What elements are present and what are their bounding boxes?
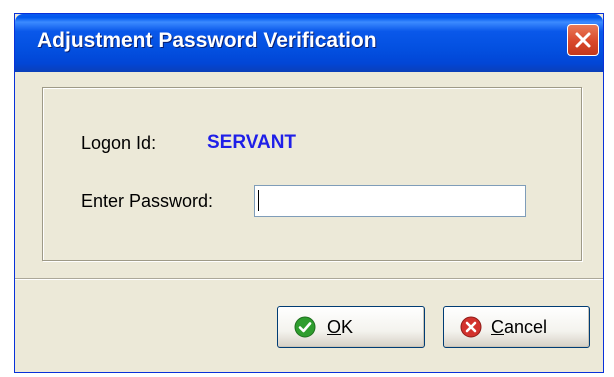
ok-button[interactable]: OK [277, 306, 425, 348]
close-icon [575, 32, 591, 48]
cancel-label-rest: ancel [504, 317, 548, 337]
ok-label-rest: K [341, 317, 354, 337]
text-caret [258, 190, 259, 211]
ok-button-label: OK [327, 317, 353, 338]
password-input[interactable] [254, 185, 526, 217]
title-bar[interactable]: Adjustment Password Verification [15, 14, 603, 72]
ok-mnemonic: O [327, 317, 342, 337]
cancel-icon [460, 316, 482, 338]
window-title: Adjustment Password Verification [37, 29, 377, 52]
logon-id-label: Logon Id: [81, 133, 157, 153]
cancel-button[interactable]: Cancel [443, 306, 590, 348]
cancel-mnemonic: C [491, 317, 504, 337]
password-label: Enter Password: [81, 191, 214, 211]
close-button[interactable] [567, 24, 599, 56]
cancel-button-label: Cancel [491, 317, 547, 338]
dialog-window: Adjustment Password Verification Logon I… [14, 13, 604, 373]
logon-id-value: SERVANT [207, 132, 297, 153]
credentials-group [42, 87, 582, 261]
check-icon [294, 316, 316, 338]
separator-highlight [15, 279, 603, 280]
